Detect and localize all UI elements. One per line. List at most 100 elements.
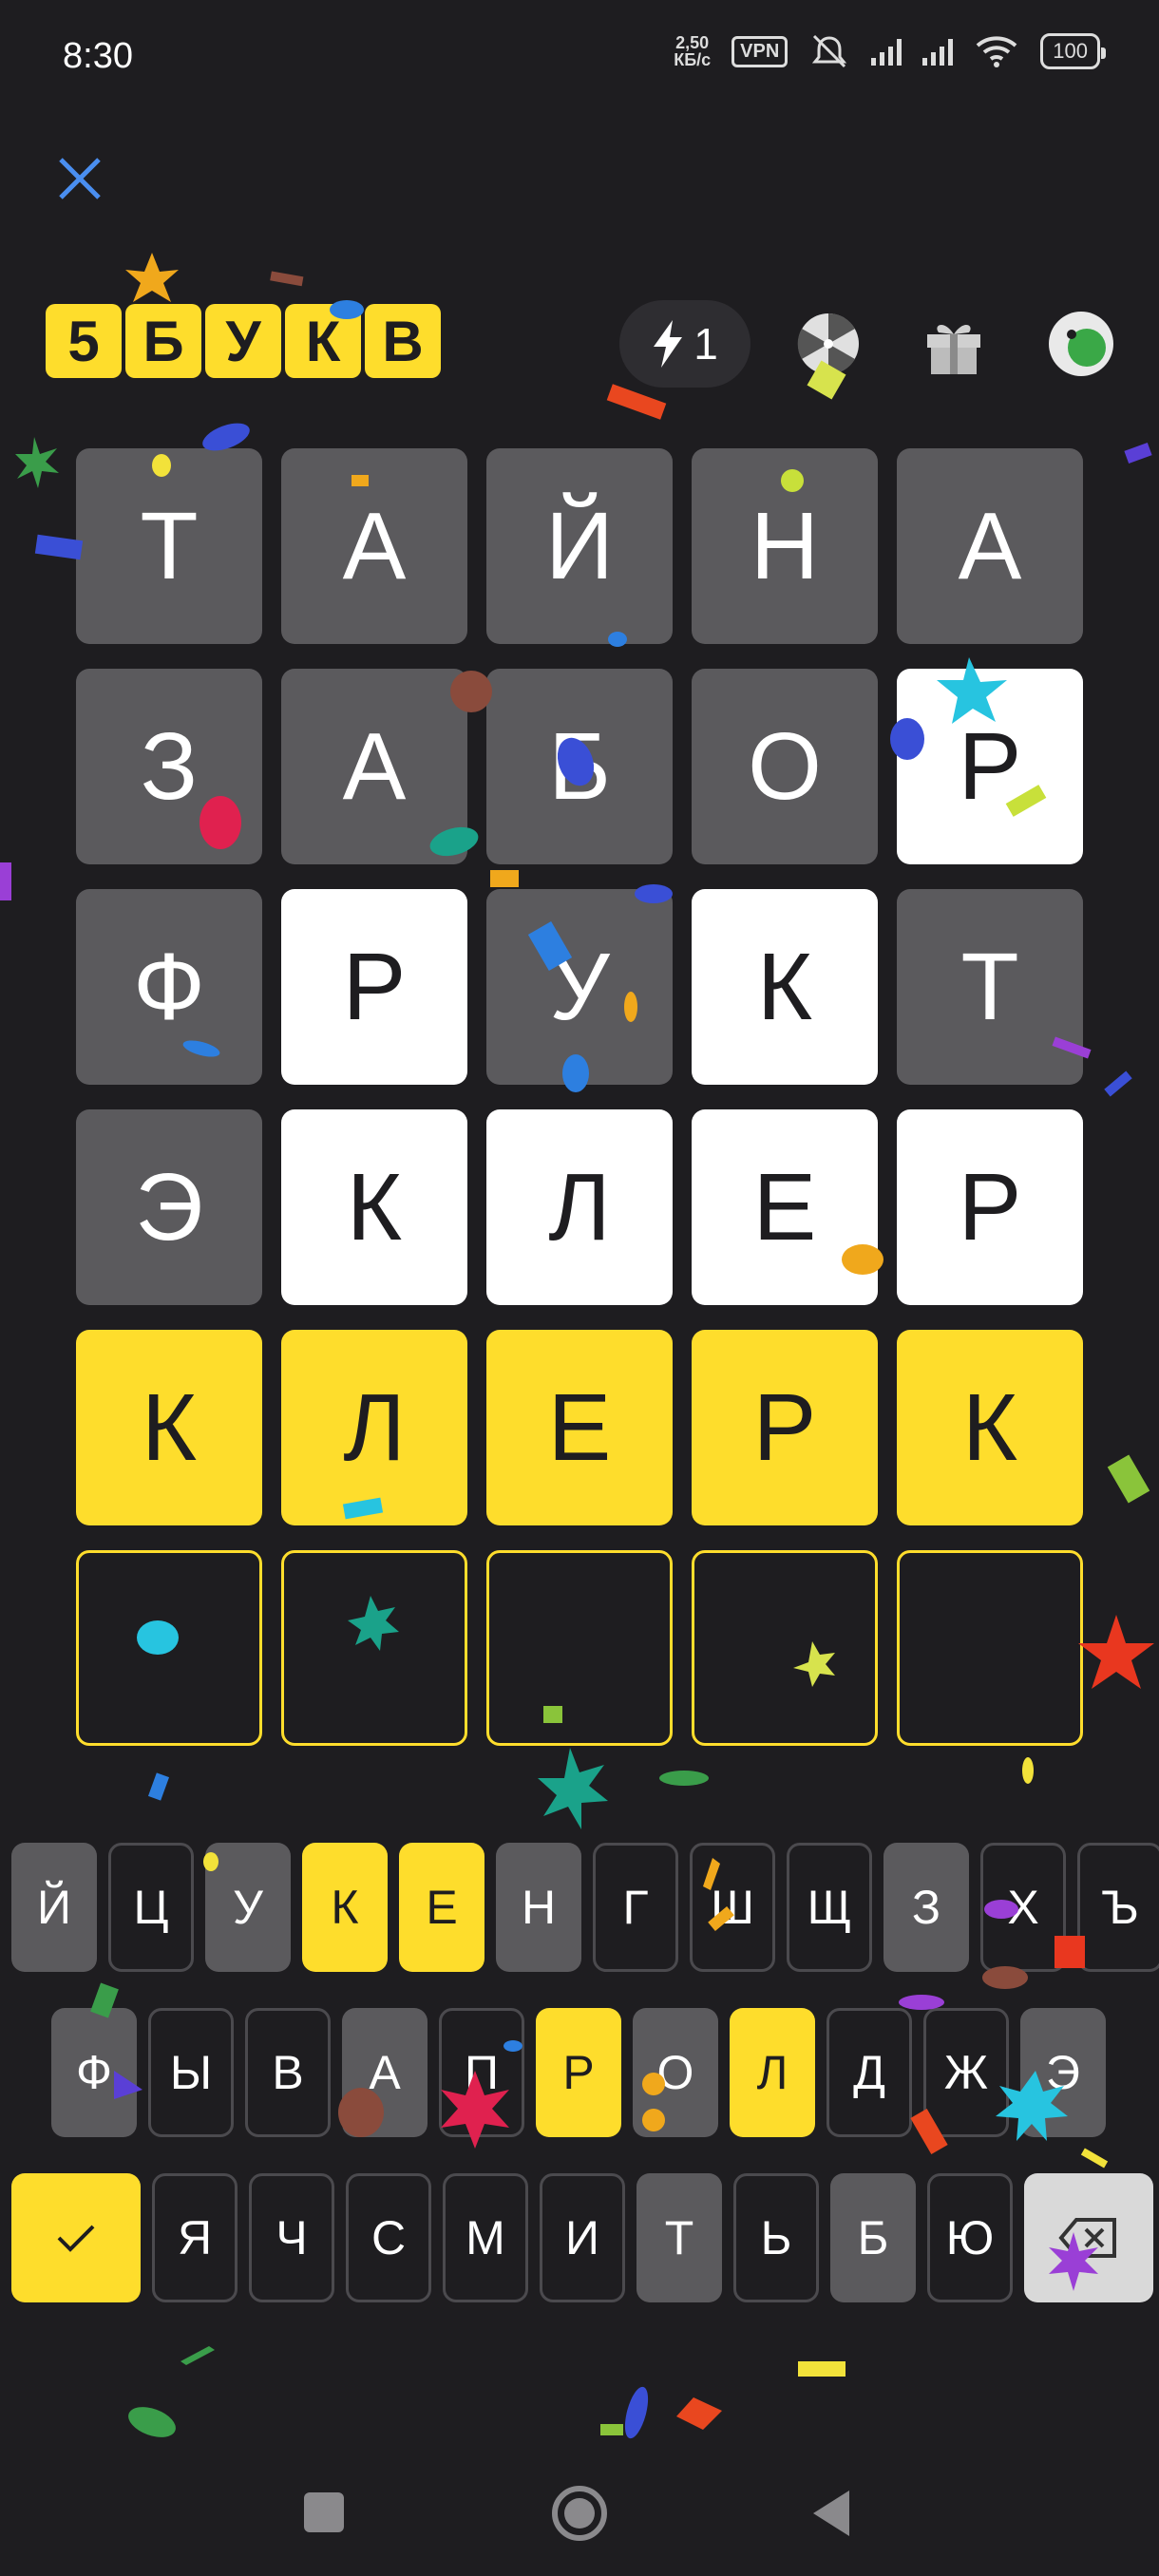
key[interactable]: П bbox=[439, 2008, 524, 2137]
board-tile: Р bbox=[281, 889, 467, 1085]
confetti-piece bbox=[1080, 2148, 1109, 2169]
status-bar: 8:30 2,50 КБ/с VPN 100 bbox=[0, 0, 1159, 114]
board-tile: Е bbox=[486, 1330, 673, 1525]
board-tile bbox=[76, 1550, 262, 1746]
board-tile: З bbox=[76, 669, 262, 864]
confetti-piece bbox=[676, 2397, 722, 2430]
board-tile bbox=[486, 1550, 673, 1746]
key[interactable]: Ю bbox=[927, 2173, 1013, 2302]
backspace-button[interactable] bbox=[1024, 2173, 1153, 2302]
key[interactable]: Т bbox=[636, 2173, 722, 2302]
back-button[interactable] bbox=[809, 2487, 853, 2540]
fortune-wheel-icon[interactable] bbox=[790, 306, 866, 382]
board-row: ТАЙНА bbox=[76, 448, 1083, 644]
key[interactable]: Л bbox=[730, 2008, 815, 2137]
key[interactable]: Ш bbox=[690, 1843, 775, 1972]
network-speed: 2,50 КБ/с bbox=[674, 34, 711, 68]
board-tile bbox=[692, 1550, 878, 1746]
board-row bbox=[76, 1550, 1083, 1746]
gift-icon[interactable] bbox=[916, 306, 992, 382]
board-tile: У bbox=[486, 889, 673, 1085]
key[interactable]: С bbox=[346, 2173, 431, 2302]
key[interactable]: Й bbox=[11, 1843, 97, 1972]
key[interactable]: Ч bbox=[249, 2173, 334, 2302]
board-tile: Л bbox=[486, 1109, 673, 1305]
key[interactable]: Щ bbox=[787, 1843, 872, 1972]
board-tile: Э bbox=[76, 1109, 262, 1305]
backspace-icon bbox=[1058, 2218, 1116, 2258]
board-tile: Л bbox=[281, 1330, 467, 1525]
board-tile bbox=[281, 1550, 467, 1746]
confetti-piece bbox=[1124, 442, 1152, 464]
logo-letter: Б bbox=[125, 304, 201, 378]
key[interactable]: З bbox=[884, 1843, 969, 1972]
key[interactable]: Э bbox=[1020, 2008, 1106, 2137]
confetti-piece bbox=[0, 862, 11, 900]
board-tile: Е bbox=[692, 1109, 878, 1305]
confetti-piece bbox=[180, 2346, 215, 2365]
board-tile: Ф bbox=[76, 889, 262, 1085]
key[interactable]: Н bbox=[496, 1843, 581, 1972]
key[interactable]: Е bbox=[399, 1843, 484, 1972]
key[interactable]: И bbox=[540, 2173, 625, 2302]
key[interactable]: Ы bbox=[148, 2008, 234, 2137]
status-icons: 2,50 КБ/с VPN 100 bbox=[674, 32, 1106, 70]
key[interactable]: Я bbox=[152, 2173, 238, 2302]
key[interactable]: М bbox=[443, 2173, 528, 2302]
key[interactable]: Д bbox=[826, 2008, 912, 2137]
key[interactable]: Ф bbox=[51, 2008, 137, 2137]
key[interactable]: Ь bbox=[733, 2173, 819, 2302]
board-row: ЗАБОР bbox=[76, 669, 1083, 864]
key[interactable]: Х bbox=[980, 1843, 1066, 1972]
board-tile: Р bbox=[897, 669, 1083, 864]
board-tile: Р bbox=[897, 1109, 1083, 1305]
checkmark-icon bbox=[57, 2225, 95, 2252]
board-tile: О bbox=[692, 669, 878, 864]
key[interactable]: Р bbox=[536, 2008, 621, 2137]
game-logo: 5 Б У К В bbox=[46, 304, 441, 378]
speed-value: 2,50 bbox=[675, 33, 710, 52]
signal-icon bbox=[871, 37, 902, 66]
key[interactable]: А bbox=[342, 2008, 428, 2137]
board-tile: К bbox=[692, 889, 878, 1085]
key[interactable]: К bbox=[302, 1843, 388, 1972]
key[interactable]: Б bbox=[830, 2173, 916, 2302]
key[interactable]: Г bbox=[593, 1843, 678, 1972]
home-button[interactable] bbox=[549, 2483, 610, 2544]
key[interactable]: О bbox=[633, 2008, 718, 2137]
vpn-badge: VPN bbox=[732, 35, 788, 67]
energy-button[interactable]: 1 bbox=[619, 300, 750, 388]
key[interactable]: Ъ bbox=[1077, 1843, 1159, 1972]
board-tile: А bbox=[281, 448, 467, 644]
board-tile bbox=[897, 1550, 1083, 1746]
board-tile: Т bbox=[76, 448, 262, 644]
logo-letter: 5 bbox=[46, 304, 122, 378]
confetti-piece bbox=[270, 271, 304, 287]
key[interactable]: Ж bbox=[923, 2008, 1009, 2137]
confetti-star bbox=[125, 253, 179, 302]
recent-apps-button[interactable] bbox=[304, 2492, 344, 2532]
board-tile: К bbox=[281, 1109, 467, 1305]
close-icon[interactable] bbox=[53, 152, 106, 205]
board-row: ЭКЛЕР bbox=[76, 1109, 1083, 1305]
confetti-piece bbox=[659, 1771, 709, 1786]
avatar-icon[interactable] bbox=[1043, 306, 1119, 382]
confetti-piece bbox=[798, 2361, 846, 2377]
board-row: КЛЕРК bbox=[76, 1330, 1083, 1525]
board-tile: К bbox=[76, 1330, 262, 1525]
board-tile: Й bbox=[486, 448, 673, 644]
confetti-piece bbox=[606, 384, 667, 420]
logo-letter: У bbox=[205, 304, 281, 378]
battery-indicator: 100 bbox=[1040, 33, 1106, 69]
key[interactable]: У bbox=[205, 1843, 291, 1972]
signal-icon-2 bbox=[922, 37, 954, 66]
lightning-icon bbox=[654, 320, 683, 368]
board-tile: Б bbox=[486, 669, 673, 864]
logo-letter: В bbox=[365, 304, 441, 378]
key[interactable]: В bbox=[245, 2008, 331, 2137]
board-tile: А bbox=[897, 448, 1083, 644]
confetti-star bbox=[1078, 1615, 1154, 1689]
key[interactable]: Ц bbox=[108, 1843, 194, 1972]
enter-button[interactable] bbox=[11, 2173, 141, 2302]
wifi-icon bbox=[976, 36, 1017, 67]
